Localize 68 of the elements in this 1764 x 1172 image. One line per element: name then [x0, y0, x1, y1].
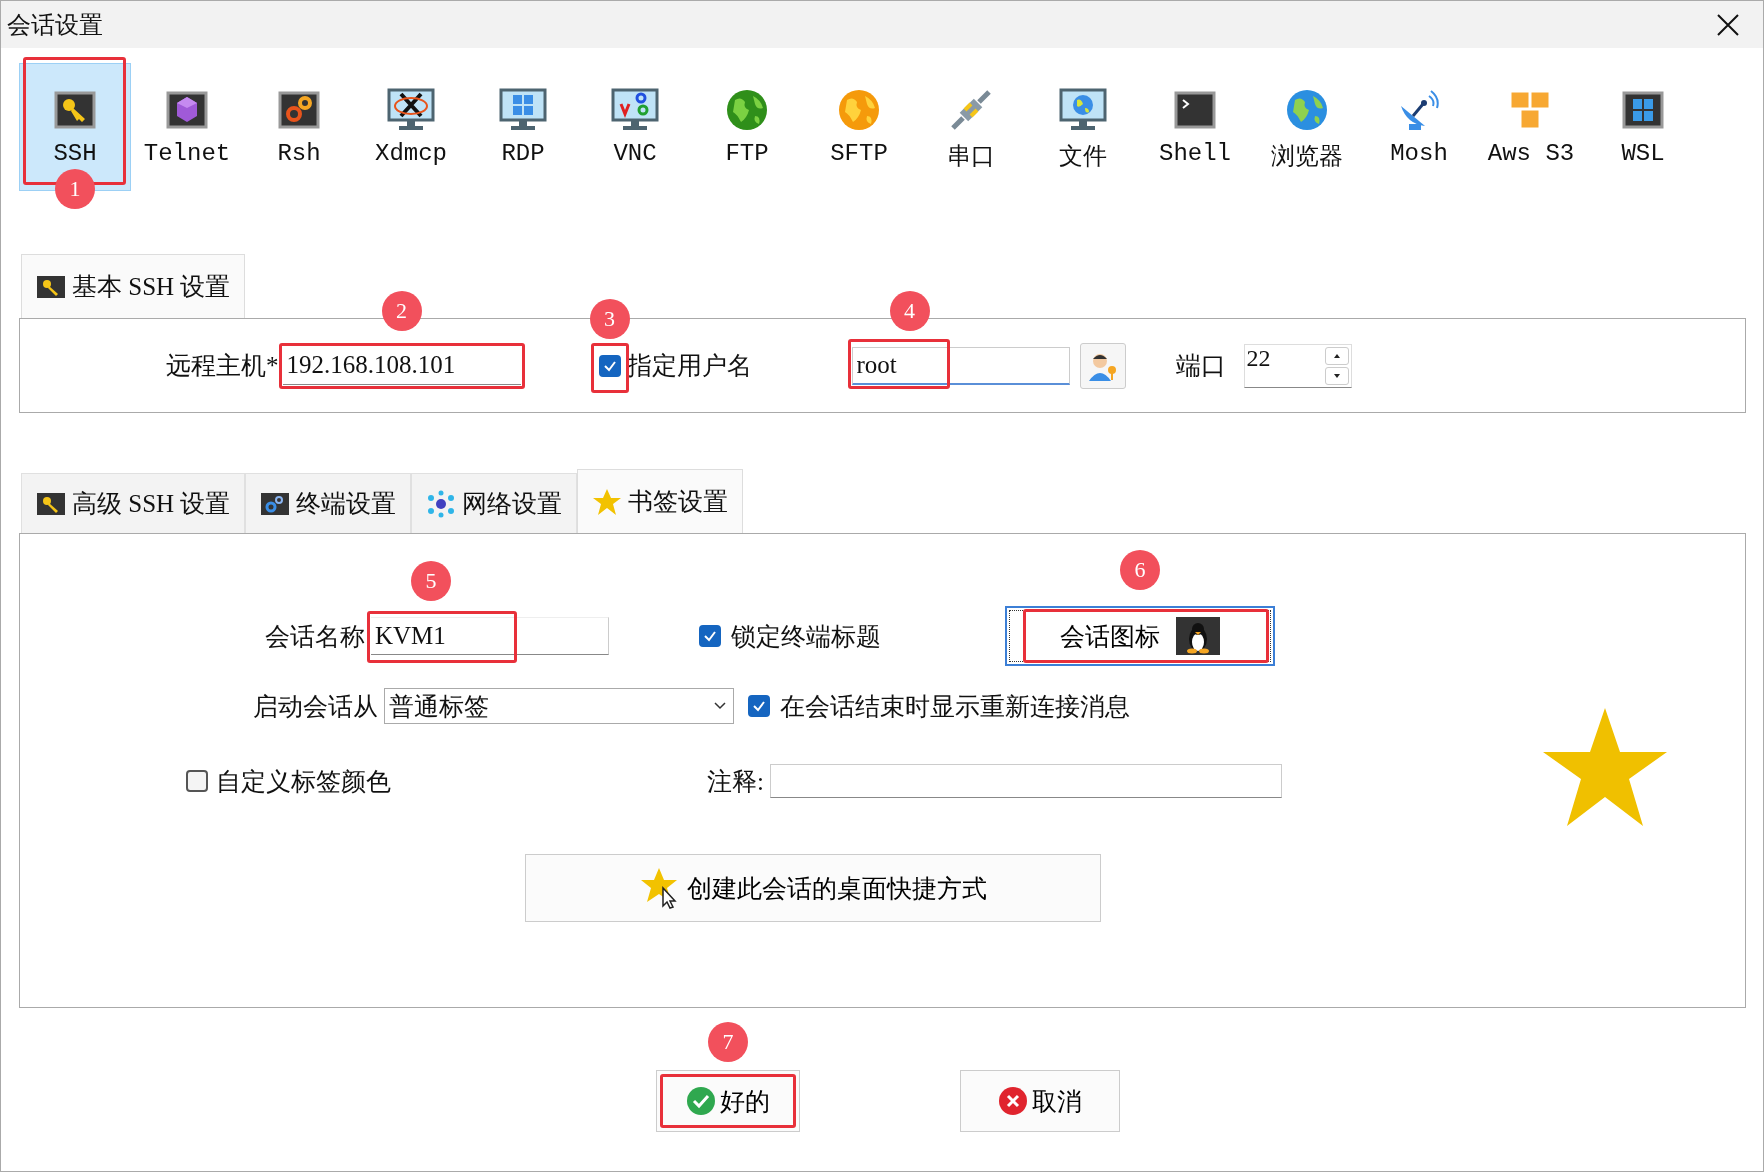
settings-tab[interactable]: 书签设置 [577, 469, 744, 533]
comment-label: 注释: [707, 766, 764, 797]
user-key-button[interactable] [1079, 342, 1126, 389]
monitor-windows-icon [499, 88, 547, 132]
step-badge: 7 [708, 1022, 748, 1062]
close-icon[interactable] [1717, 13, 1739, 36]
session-type-button[interactable]: VNC [579, 63, 691, 191]
session-type-button[interactable]: FTP [691, 63, 803, 191]
session-type-button[interactable]: Shell [1139, 63, 1251, 191]
session-type-button[interactable]: 串口 [915, 63, 1027, 191]
session-type-button[interactable]: Xdmcp [355, 63, 467, 191]
session-type-button[interactable]: Mosh [1363, 63, 1475, 191]
dropdown-value: 普通标签 [389, 691, 489, 722]
step-badge: 1 [55, 169, 95, 209]
create-shortcut-button[interactable]: 创建此会话的桌面快捷方式 [525, 854, 1101, 922]
session-type-button[interactable]: Telnet [131, 63, 243, 191]
checkbox[interactable] [748, 695, 770, 717]
window-title: 会话设置 [7, 9, 103, 41]
checkbox-label: 在会话结束时显示重新连接消息 [780, 691, 1130, 722]
port-label: 端口 [1175, 351, 1226, 381]
monitor-globe-icon [1059, 88, 1107, 132]
step-badge: 3 [589, 298, 630, 339]
monitor-x-icon [387, 88, 435, 132]
checkbox[interactable] [598, 354, 621, 377]
checkbox[interactable] [186, 770, 208, 792]
step-badge: 2 [381, 290, 422, 331]
star-icon [592, 487, 623, 516]
session-type-button[interactable]: Aws S3 [1475, 63, 1587, 191]
settings-tab[interactable]: 高级 SSH 设置 [21, 473, 246, 533]
monitor-icon [611, 88, 659, 132]
host-label: 远程主机* [166, 351, 279, 381]
dialog-button[interactable]: 取消 [960, 1070, 1120, 1132]
session-type-button[interactable]: Rsh [243, 63, 355, 191]
session-type-button[interactable]: SFTP [803, 63, 915, 191]
settings-tab[interactable]: 基本 SSH 设置 [21, 254, 246, 318]
settings-tab[interactable]: 网络设置 [411, 473, 578, 533]
start-from-dropdown[interactable]: 普通标签 [384, 688, 734, 724]
checkbox[interactable] [699, 625, 721, 647]
globe-icon [837, 88, 881, 132]
check-circle-icon [686, 1086, 716, 1116]
plug-icon [949, 88, 993, 132]
session-name-label: 会话名称 [264, 621, 365, 652]
highlight-frame [590, 342, 629, 393]
checkbox-label: 锁定终端标题 [731, 621, 881, 652]
comment-field[interactable] [769, 764, 1282, 798]
chevron-down-icon [713, 701, 727, 711]
session-type-button[interactable]: RDP [467, 63, 579, 191]
network-icon [426, 489, 457, 518]
session-type-button[interactable]: 浏览器 [1251, 63, 1363, 191]
key-icon [36, 491, 66, 516]
gears-icon [260, 491, 291, 516]
start-from-label: 启动会话从 [252, 691, 378, 722]
globe-icon [725, 88, 769, 132]
cross-circle-icon [998, 1086, 1028, 1116]
checkbox-label: 自定义标签颜色 [216, 766, 391, 797]
step-badge: 4 [889, 290, 930, 331]
checkbox-label: 指定用户名 [626, 351, 752, 381]
session-type-button[interactable]: 文件 [1027, 63, 1139, 191]
step-badge: 5 [411, 561, 451, 601]
key-icon [36, 274, 66, 299]
settings-tab[interactable]: 终端设置 [245, 473, 412, 533]
session-type-button[interactable]: WSL [1587, 63, 1699, 191]
penguin-icon [1176, 617, 1220, 655]
globe-icon [1285, 88, 1329, 132]
port-spinner[interactable]: 22 [1243, 343, 1352, 388]
step-badge: 6 [1120, 550, 1160, 590]
session-name-field[interactable]: KVM1 [371, 617, 609, 655]
username-field[interactable]: root [851, 346, 1070, 385]
